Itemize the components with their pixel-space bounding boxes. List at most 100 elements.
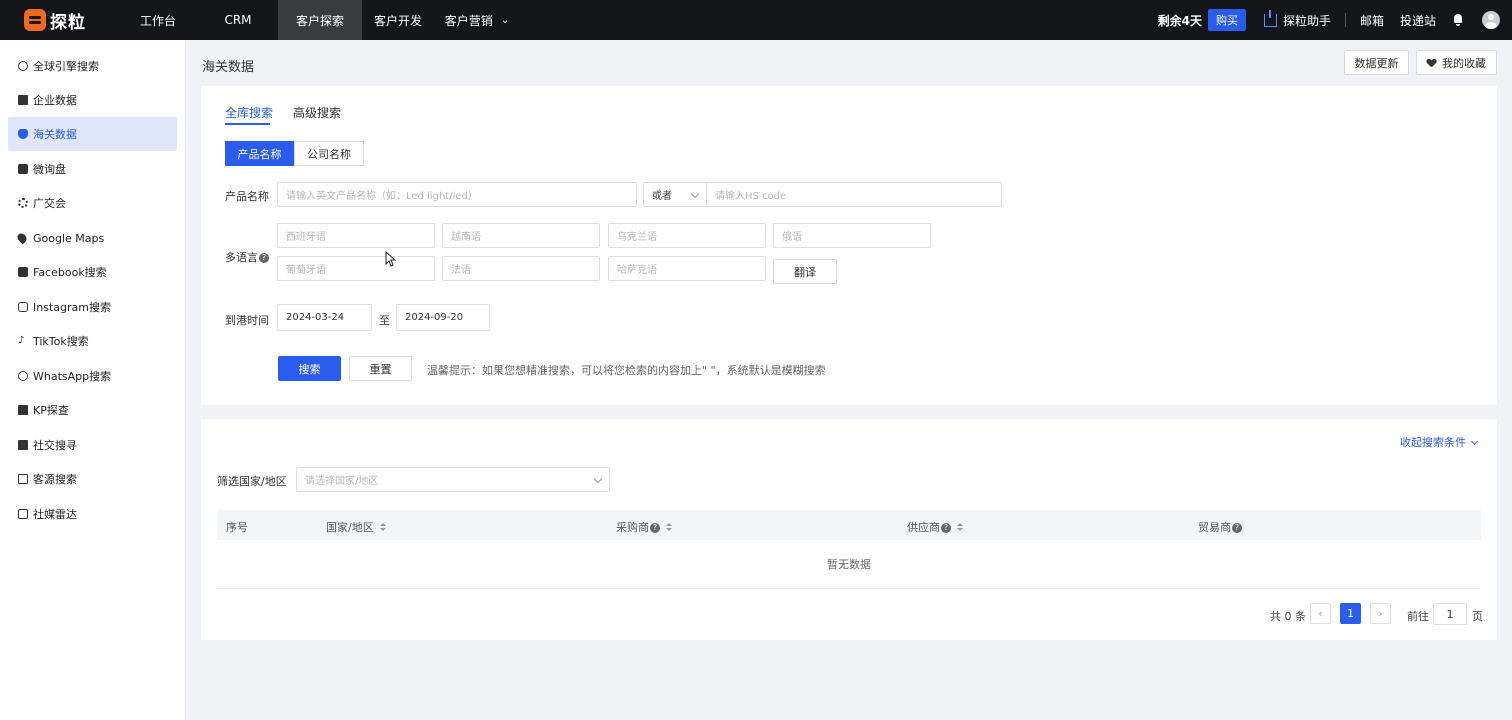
sidebar-item-facebook[interactable]: Facebook搜索 — [8, 255, 177, 289]
ship-icon — [18, 129, 28, 139]
my-favorites-button[interactable]: 我的收藏 — [1416, 50, 1497, 75]
data-update-button[interactable]: 数据更新 — [1344, 50, 1409, 75]
nav-item-customer-develop[interactable]: 客户开发 — [362, 0, 434, 40]
sidebar-item-google-maps[interactable]: Google Maps — [8, 221, 177, 255]
russian-input[interactable]: 俄语 — [773, 223, 931, 248]
column-country[interactable]: 国家/地区 — [326, 519, 386, 535]
mailbox-link[interactable]: 邮箱 — [1360, 12, 1384, 29]
french-placeholder: 法语 — [451, 265, 471, 276]
buy-button[interactable]: 购买 — [1207, 9, 1246, 31]
sidebar-item-company-data[interactable]: 企业数据 — [8, 83, 177, 117]
spanish-placeholder: 西班牙语 — [286, 232, 326, 243]
tiktok-icon: ♪ — [18, 335, 25, 346]
trial-remaining: 剩余4天 — [1157, 13, 1202, 28]
sidebar-item-label: 海关数据 — [33, 128, 77, 141]
country-filter-select[interactable]: 请选择国家/地区 — [296, 467, 610, 492]
whatsapp-icon — [18, 371, 28, 381]
heart-icon — [1427, 59, 1436, 67]
delivery-station-link[interactable]: 投递站 — [1400, 12, 1436, 29]
vietnamese-input[interactable]: 越南语 — [442, 223, 600, 248]
nav-item-customer-marketing[interactable]: 客户营销 ⌄ — [434, 0, 520, 40]
sidebar-item-kp-explore[interactable]: KP探查 — [8, 393, 177, 427]
portuguese-placeholder: 葡萄牙语 — [286, 265, 326, 276]
sidebar-item-micro-inquiry[interactable]: 微询盘 — [8, 152, 177, 186]
spanish-input[interactable]: 西班牙语 — [277, 223, 435, 248]
hs-code-input[interactable]: 请输入HS code — [706, 182, 1002, 207]
goto-page-input[interactable]: 1 — [1433, 603, 1467, 625]
assistant-label: 探粒助手 — [1282, 13, 1331, 28]
logo[interactable]: 探粒 — [0, 0, 118, 40]
page-number-current[interactable]: 1 — [1340, 603, 1361, 624]
sidebar-item-whatsapp[interactable]: WhatsApp搜索 — [8, 359, 177, 393]
sidebar-item-social-radar[interactable]: 社媒雷达 — [8, 497, 177, 531]
arrival-date-label: 到港时间 — [225, 314, 269, 327]
column-supplier[interactable]: 供应商? — [907, 519, 963, 535]
sidebar-item-label: 企业数据 — [33, 94, 77, 107]
reset-button[interactable]: 重置 — [349, 356, 412, 381]
nav-item-crm[interactable]: CRM — [198, 0, 278, 40]
assistant-link[interactable]: 探粒助手 — [1263, 9, 1331, 29]
sidebar-item-social-search[interactable]: 社交搜寻 — [8, 428, 177, 462]
product-name-placeholder: 请输入英文产品名称（如：Led light/led） — [286, 191, 478, 202]
segment-company-name[interactable]: 公司名称 — [294, 141, 364, 166]
logo-text: 探粒 — [50, 12, 86, 33]
collapse-conditions-link[interactable]: 收起搜索条件 — [1400, 434, 1479, 450]
sidebar-item-label: 客源搜索 — [33, 473, 77, 486]
search-button[interactable]: 搜索 — [278, 356, 341, 381]
sidebar-item-label: Facebook搜索 — [33, 266, 107, 279]
operator-value: 或者 — [652, 191, 672, 202]
sidebar-item-label: 社交搜寻 — [33, 439, 77, 452]
sidebar-item-label: 微询盘 — [33, 163, 66, 176]
portuguese-input[interactable]: 葡萄牙语 — [277, 256, 435, 281]
sidebar-item-instagram[interactable]: Instagram搜索 — [8, 290, 177, 324]
ukrainian-input[interactable]: 乌克兰语 — [608, 223, 766, 248]
goto-label: 前往 — [1407, 610, 1429, 623]
tab-full-search[interactable]: 全库搜索 — [225, 104, 273, 121]
bell-icon[interactable] — [1452, 14, 1464, 26]
nav-item-customer-explore[interactable]: 客户探索 — [278, 0, 362, 40]
help-icon[interactable]: ? — [941, 523, 951, 533]
sort-icon[interactable] — [379, 523, 386, 532]
help-icon[interactable]: ? — [259, 253, 269, 263]
sort-icon[interactable] — [666, 523, 672, 532]
map-pin-icon — [15, 231, 29, 245]
empty-state: 暂无数据 — [827, 558, 871, 571]
sidebar-item-lead-search[interactable]: 客源搜索 — [8, 462, 177, 496]
help-icon[interactable]: ? — [1232, 523, 1242, 533]
column-buyer[interactable]: 采购商? — [616, 519, 672, 535]
product-name-label: 产品名称 — [225, 190, 269, 203]
download-icon — [1263, 9, 1277, 27]
date-to-input[interactable]: 2024-09-20 — [396, 304, 490, 331]
logo-icon — [24, 9, 46, 31]
sidebar-item-label: KP探查 — [33, 404, 69, 417]
instagram-icon — [18, 302, 28, 312]
sidebar-item-label: WhatsApp搜索 — [33, 370, 112, 383]
globe-icon — [18, 61, 28, 71]
tab-advanced-search[interactable]: 高级搜索 — [293, 104, 341, 121]
translate-button[interactable]: 翻译 — [773, 259, 837, 284]
sidebar-item-customs-data[interactable]: 海关数据 — [8, 117, 177, 151]
product-name-input[interactable]: 请输入英文产品名称（如：Led light/led） — [277, 182, 637, 207]
operator-select[interactable]: 或者 — [643, 182, 707, 207]
kazakh-input[interactable]: 哈萨克语 — [608, 256, 766, 281]
next-page-button[interactable]: › — [1370, 603, 1391, 624]
segment-product-name[interactable]: 产品名称 — [225, 141, 294, 166]
multilang-label-text: 多语言 — [225, 251, 258, 264]
sidebar-item-tiktok[interactable]: ♪ TikTok搜索 — [8, 324, 177, 358]
sort-icon[interactable] — [957, 523, 963, 532]
table-header — [217, 510, 1481, 540]
column-buyer-label: 采购商 — [616, 521, 649, 534]
prev-page-button[interactable]: ‹ — [1310, 603, 1331, 624]
sidebar: 全球引擎搜索 企业数据 海关数据 微询盘 广交会 Google Maps Fac… — [0, 40, 186, 720]
ukrainian-placeholder: 乌克兰语 — [617, 232, 657, 243]
chat-icon — [18, 164, 28, 174]
divider — [1344, 13, 1346, 27]
avatar[interactable] — [1482, 11, 1500, 29]
sidebar-item-global-engine[interactable]: 全球引擎搜索 — [8, 49, 177, 83]
nav-item-workbench[interactable]: 工作台 — [118, 0, 198, 40]
date-from-input[interactable]: 2024-03-24 — [277, 304, 372, 331]
column-supplier-label: 供应商 — [907, 521, 940, 534]
sidebar-item-canton-fair[interactable]: 广交会 — [8, 186, 177, 220]
french-input[interactable]: 法语 — [442, 256, 600, 281]
help-icon[interactable]: ? — [650, 523, 660, 533]
